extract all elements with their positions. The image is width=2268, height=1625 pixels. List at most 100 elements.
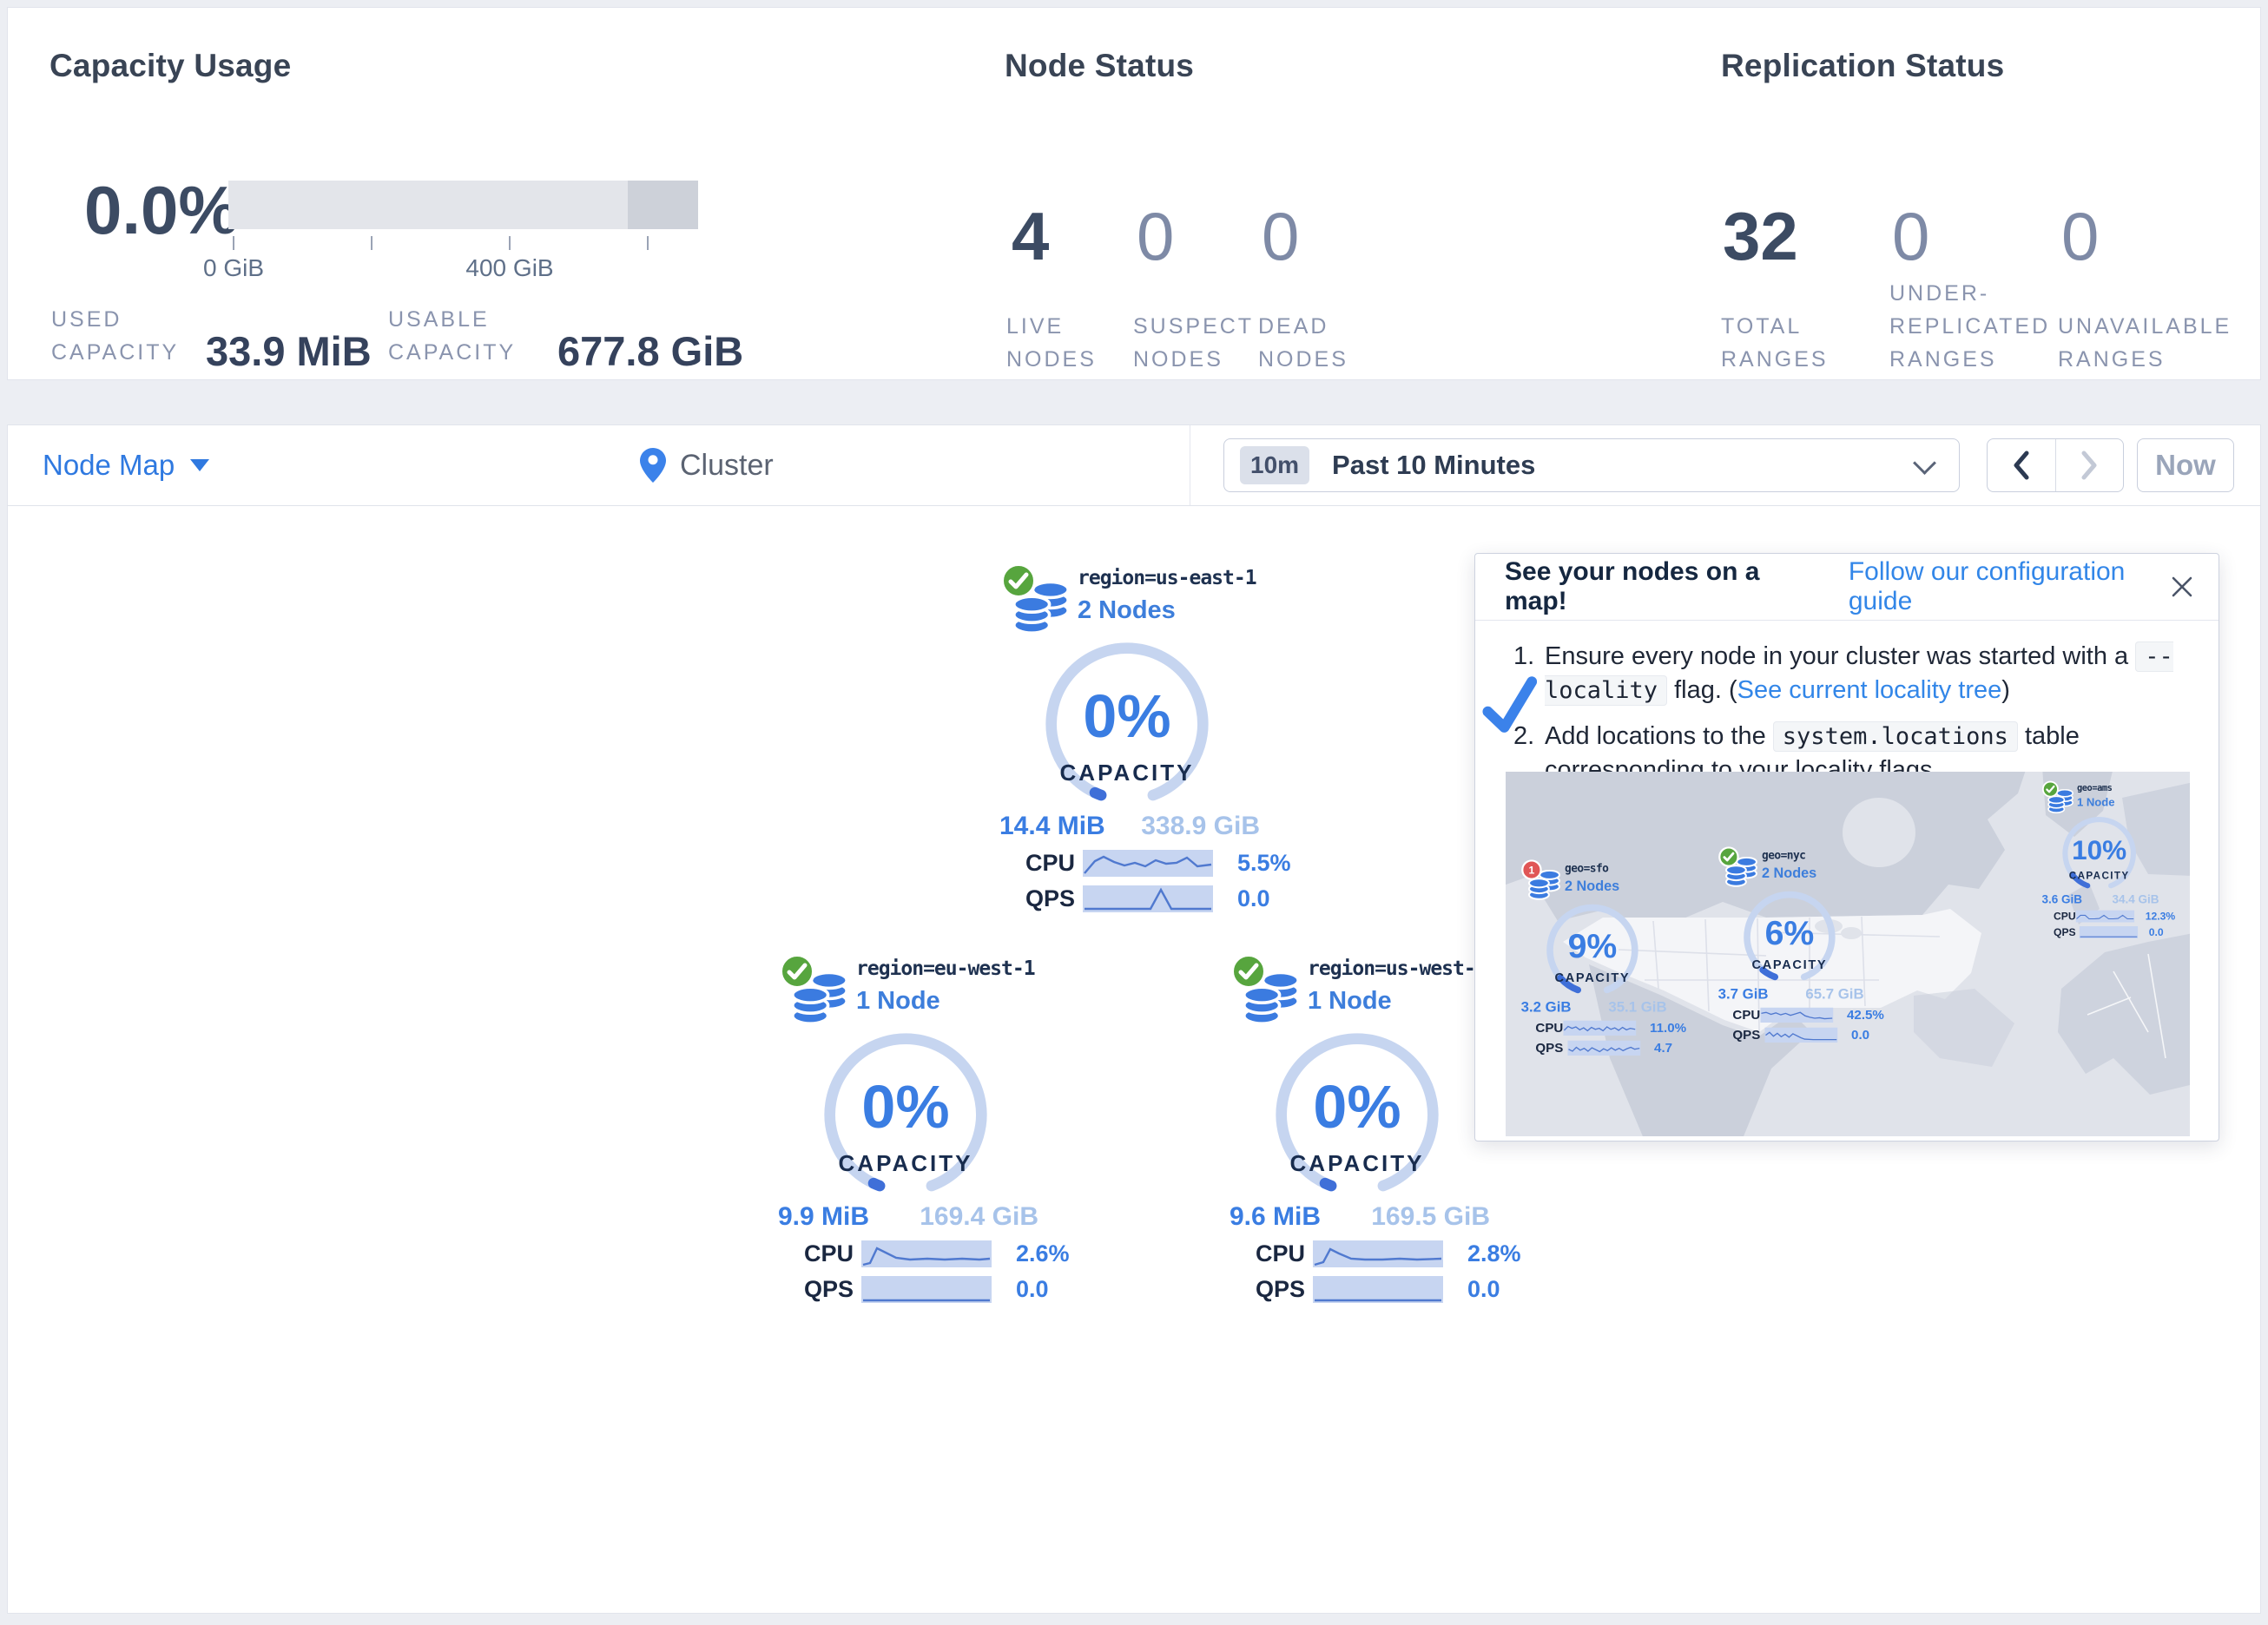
cpu-sparkline xyxy=(861,1240,992,1267)
used-value: 3.6 GiB xyxy=(2042,893,2083,906)
used-value: 14.4 MiB xyxy=(999,812,1105,841)
time-back-button[interactable] xyxy=(1988,439,2055,491)
map-node-geo-sfo[interactable]: 1 geo=sfo 2 Nodes 9% CAPACITY xyxy=(1516,861,1711,1056)
cpu-metric-row: CPU 42.5% xyxy=(1732,1008,1883,1023)
capacity-label: CAPACITY xyxy=(953,760,1301,786)
qps-sparkline xyxy=(1083,885,1213,912)
now-button[interactable]: Now xyxy=(2137,438,2234,492)
unavailable-label: UNAVAILABLERANGES xyxy=(2058,310,2232,376)
suspect-nodes-label: SUSPECTNODES xyxy=(1133,310,1254,376)
qps-value: 0.0 xyxy=(2149,926,2164,938)
meter-tick-label: 400 GiB xyxy=(465,254,553,282)
breadcrumb[interactable]: Cluster xyxy=(640,425,774,505)
live-nodes-label: LIVENODES xyxy=(1006,310,1097,376)
meter-tick-label: 0 GiB xyxy=(203,254,264,282)
chevron-down-icon xyxy=(1913,451,1936,475)
qps-label: QPS xyxy=(1535,1041,1567,1056)
capacity-meter-bar xyxy=(228,181,698,229)
meter-tick xyxy=(647,236,649,250)
healthy-check-icon xyxy=(2042,780,2060,798)
total-ranges-label: TOTALRANGES xyxy=(1721,310,1829,376)
cpu-label: CPU xyxy=(1535,1021,1563,1036)
qps-sparkline xyxy=(861,1276,992,1303)
popup-title: See your nodes on a map! xyxy=(1505,557,1823,616)
map-node-geo-nyc[interactable]: geo=nyc 2 Nodes 6% CAPACITY 3.7 GiB 65.7… xyxy=(1713,848,1908,1043)
popup-steps: 1.Ensure every node in your cluster was … xyxy=(1475,621,2219,787)
used-capacity: USEDCAPACITY 33.9 MiB xyxy=(51,303,381,369)
cpu-sparkline xyxy=(2076,911,2135,923)
total-value: 338.9 GiB xyxy=(1141,812,1260,841)
chevron-down-icon xyxy=(190,459,209,471)
capacity-label: CAPACITY xyxy=(732,1150,1079,1177)
time-forward-button[interactable] xyxy=(2055,439,2124,491)
svg-text:1: 1 xyxy=(1528,865,1534,877)
map-pin-icon xyxy=(640,448,666,483)
qps-label: QPS xyxy=(1025,885,1083,912)
cpu-value: 12.3% xyxy=(2146,911,2175,923)
stats-strip: Capacity Usage 0.0% 0 GiB 400 GiB USEDCA… xyxy=(7,7,2261,380)
map-config-popup: See your nodes on a map! Follow our conf… xyxy=(1474,553,2219,1141)
qps-value: 0.0 xyxy=(1851,1028,1869,1043)
capacity-percent: 0.0% xyxy=(84,171,239,250)
locality-tree-link[interactable]: See current locality tree xyxy=(1737,676,2002,704)
toolbar: Node Map Cluster 10m Past 10 Minutes Now xyxy=(7,424,2261,506)
region-node-count[interactable]: 1 Node xyxy=(2077,796,2115,809)
region-name: region=eu-west-1 xyxy=(856,957,1035,980)
capacity-gauge: 9% CAPACITY xyxy=(1516,903,1711,998)
qps-label: QPS xyxy=(1732,1028,1764,1043)
region-name: geo=ams xyxy=(2077,783,2115,793)
capacity-percent: 0% xyxy=(732,1072,1079,1141)
map-node-geo-ams[interactable]: geo=ams 1 Node 10% CAPACITY 3.6 GiB 34.4… xyxy=(2038,782,2190,938)
cpu-label: CPU xyxy=(2054,911,2076,923)
qps-value: 0.0 xyxy=(1016,1276,1049,1303)
cpu-metric-row: CPU 5.5% xyxy=(1025,850,1295,877)
meter-tick xyxy=(509,236,511,250)
region-node-count[interactable]: 2 Nodes xyxy=(1078,596,1256,625)
used-capacity-label-line: CAPACITY xyxy=(51,340,179,365)
region-name: region=us-west-1 xyxy=(1308,957,1487,980)
under-replicated-label: UNDER-REPLICATEDRANGES xyxy=(1889,277,2050,376)
step-number: 2. xyxy=(1513,720,1534,753)
region-marker-us-east-1[interactable]: region=us-east-1 2 Nodes 0% CAPACITY 14.… xyxy=(991,565,1338,912)
region-name: region=us-east-1 xyxy=(1078,567,1256,589)
node-status-section: Node Status 4 0 0 LIVENODES SUSPECTNODES… xyxy=(998,8,1692,379)
unavailable-count: 0 xyxy=(2061,197,2099,276)
cpu-metric-row: CPU 12.3% xyxy=(2054,911,2175,923)
usable-capacity-label-line: CAPACITY xyxy=(388,340,516,365)
qps-metric-row: QPS 0.0 xyxy=(804,1276,1073,1303)
region-node-count[interactable]: 2 Nodes xyxy=(1565,878,1619,894)
capacity-usage-section: Capacity Usage 0.0% 0 GiB 400 GiB USEDCA… xyxy=(43,8,980,379)
configuration-guide-link[interactable]: Follow our configuration guide xyxy=(1849,557,2189,616)
region-marker-eu-west-1[interactable]: region=eu-west-1 1 Node 0% CAPACITY 9.9 … xyxy=(769,956,1117,1303)
time-range-select[interactable]: 10m Past 10 Minutes xyxy=(1223,438,1960,492)
used-capacity-label-line: USED xyxy=(51,307,122,332)
close-icon[interactable] xyxy=(2170,575,2194,599)
capacity-label: CAPACITY xyxy=(1506,970,1690,984)
qps-metric-row: QPS 0.0 xyxy=(1732,1028,1883,1043)
used-value: 3.7 GiB xyxy=(1718,986,1769,1003)
cpu-value: 11.0% xyxy=(1650,1021,1686,1036)
cpu-metric-row: CPU 2.6% xyxy=(804,1240,1073,1267)
region-name: geo=sfo xyxy=(1565,862,1619,875)
capacity-label: CAPACITY xyxy=(2021,870,2178,882)
region-node-count[interactable]: 1 Node xyxy=(856,987,1035,1016)
time-nav xyxy=(1987,438,2124,492)
usable-capacity-value: 677.8 GiB xyxy=(557,327,743,375)
region-node-count[interactable]: 2 Nodes xyxy=(1762,865,1816,881)
cpu-metric-row: CPU 2.8% xyxy=(1256,1240,1525,1267)
popup-header: See your nodes on a map! Follow our conf… xyxy=(1475,554,2219,621)
total-value: 35.1 GiB xyxy=(1608,999,1666,1016)
step-1: 1.Ensure every node in your cluster was … xyxy=(1510,640,2184,707)
capacity-gauge: 0% CAPACITY xyxy=(769,1030,1117,1201)
region-node-count[interactable]: 1 Node xyxy=(1308,987,1487,1016)
qps-value: 4.7 xyxy=(1654,1041,1672,1056)
used-value: 9.6 MiB xyxy=(1230,1202,1321,1232)
usable-capacity-label-line: USABLE xyxy=(388,307,490,332)
capacity-percent: 6% xyxy=(1692,913,1887,952)
view-dropdown[interactable]: Node Map xyxy=(43,425,209,505)
healthy-check-icon xyxy=(778,952,816,990)
capacity-gauge: 0% CAPACITY xyxy=(991,640,1338,810)
meter-tick xyxy=(233,236,234,250)
qps-metric-row: QPS 4.7 xyxy=(1535,1041,1686,1056)
total-value: 34.4 GiB xyxy=(2112,893,2159,906)
